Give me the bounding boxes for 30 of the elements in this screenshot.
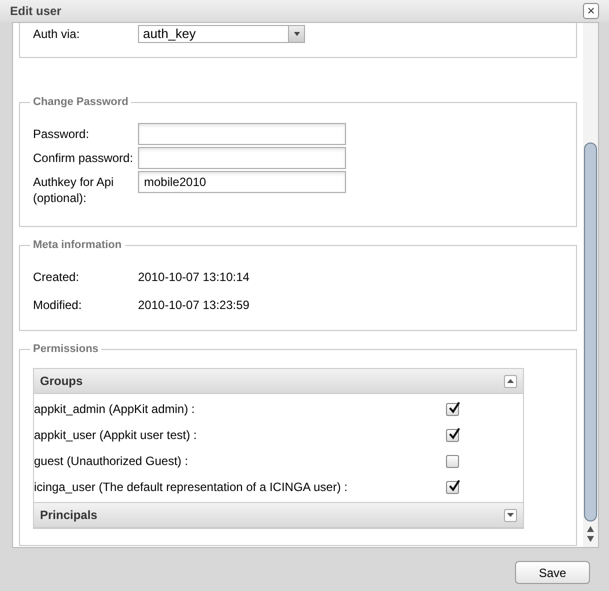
meta-label: Created:	[33, 269, 80, 286]
meta-label: Modified:	[33, 297, 83, 314]
expand-icon[interactable]	[504, 508, 517, 522]
input-field[interactable]	[138, 147, 346, 169]
checkbox[interactable]	[446, 402, 459, 416]
checkbox[interactable]	[446, 480, 459, 494]
group-label: appkit_user (Appkit user test) :	[34, 427, 197, 444]
field-label: Confirm password:	[33, 150, 134, 166]
checkbox[interactable]	[446, 454, 459, 468]
dropdown-caret-icon	[288, 26, 304, 42]
group-label: appkit_admin (AppKit admin) :	[34, 401, 195, 418]
input-field[interactable]	[138, 123, 346, 145]
panel-header[interactable]: Groups	[34, 369, 523, 394]
field-label: Password:	[33, 126, 90, 142]
field-label: Authkey for Api (optional):	[33, 174, 115, 206]
window-title: Edit user	[10, 3, 62, 20]
meta-value: 2010-10-07 13:23:59	[138, 297, 250, 314]
checkbox[interactable]	[446, 428, 459, 442]
input-field[interactable]: mobile2010	[138, 171, 346, 193]
close-button[interactable]: ×	[583, 3, 599, 19]
scrollbar-drawing[interactable]	[583, 23, 598, 547]
save-button[interactable]: Save	[515, 561, 590, 584]
group-label: guest (Unauthorized Guest) :	[34, 453, 188, 470]
section-legend: Change Password	[30, 94, 132, 110]
group-label: icinga_user (The default representation of a ICINGA user) :	[34, 479, 348, 496]
field-label: Auth via:	[33, 26, 81, 43]
auth-select[interactable]: auth_key	[138, 25, 305, 43]
collapse-icon[interactable]	[504, 374, 517, 388]
panel-header[interactable]: Principals	[34, 503, 523, 528]
meta-value: 2010-10-07 13:10:14	[138, 269, 250, 286]
